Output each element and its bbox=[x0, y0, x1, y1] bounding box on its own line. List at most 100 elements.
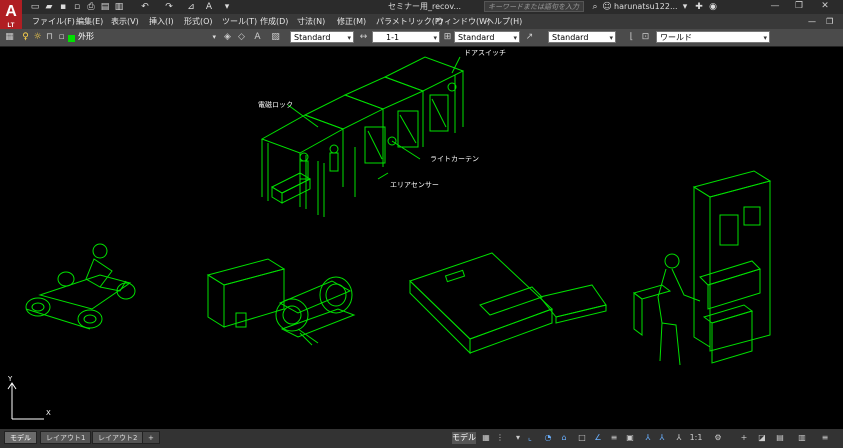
ucs-icon[interactable]: ⌊ bbox=[626, 32, 637, 43]
plot-icon[interactable]: ⎙ bbox=[86, 2, 96, 12]
drawing-svg bbox=[7, 56, 772, 420]
text-style-value: Standard bbox=[294, 33, 331, 42]
layer-properties-icon[interactable]: ▦ bbox=[4, 32, 15, 43]
multileader-style-icon[interactable]: ↗ bbox=[524, 32, 535, 43]
tab-layout2[interactable]: レイアウト2 bbox=[92, 431, 144, 444]
text-icon[interactable]: A bbox=[204, 2, 214, 12]
doc-restore-button[interactable]: ❐ bbox=[826, 16, 833, 27]
save-icon[interactable]: ▪ bbox=[58, 2, 68, 12]
layer-combo[interactable]: 外形 ▾ bbox=[66, 31, 218, 43]
leader-door-switch bbox=[451, 56, 461, 74]
status-bar: モデル レイアウト1 レイアウト2 + モデル ▦ ⋮ ▾ ⌞ ◔ ⌂ □ ∠ … bbox=[0, 429, 843, 448]
menu-insert[interactable]: 挿入(I) bbox=[149, 16, 174, 27]
ortho-icon[interactable]: ⌞ bbox=[524, 432, 536, 444]
a360-icon[interactable]: ◉ bbox=[708, 2, 718, 12]
app-logo[interactable]: A LT bbox=[0, 0, 22, 30]
table-style-combo[interactable]: Standard ▾ bbox=[548, 31, 616, 43]
isolate-icon[interactable]: ◪ bbox=[756, 432, 768, 444]
close-button[interactable]: ✕ bbox=[818, 1, 832, 12]
sun-icon[interactable]: ☼ bbox=[32, 32, 43, 43]
doc-minimize-button[interactable]: — bbox=[808, 16, 816, 27]
user-icon[interactable]: ☺ bbox=[602, 2, 612, 12]
menu-view[interactable]: 表示(V) bbox=[111, 16, 139, 27]
table-style-icon[interactable]: ⊞ bbox=[442, 32, 453, 43]
menu-file[interactable]: ファイル(F) bbox=[32, 16, 75, 27]
ucs-world-icon[interactable]: ⊡ bbox=[640, 32, 651, 43]
menu-help[interactable]: ヘルプ(H) bbox=[486, 16, 522, 27]
menu-tools[interactable]: ツール(T) bbox=[222, 16, 257, 27]
lineweight-icon[interactable]: ≡ bbox=[608, 432, 620, 444]
ucs-y-label: Y bbox=[8, 375, 13, 383]
text-style-combo[interactable]: Standard ▾ bbox=[290, 31, 354, 43]
gearbox-drawing bbox=[206, 258, 356, 346]
new-icon[interactable]: ▭ bbox=[30, 2, 40, 12]
make-current-icon[interactable]: ◈ bbox=[222, 32, 233, 43]
hardware-accel-icon[interactable]: ▤ bbox=[774, 432, 786, 444]
gear-icon[interactable]: ⚙ bbox=[712, 432, 724, 444]
publish-icon[interactable]: ▥ bbox=[114, 2, 124, 12]
exchange-icon[interactable]: ✚ bbox=[694, 2, 704, 12]
undo-icon[interactable]: ↶ bbox=[140, 2, 150, 12]
dim-scale-combo[interactable]: 1-1 ▾ bbox=[372, 31, 440, 43]
polar-icon[interactable]: ◔ bbox=[542, 432, 554, 444]
chevron-down-icon: ▾ bbox=[763, 34, 767, 42]
customize-icon[interactable]: ≡ bbox=[818, 432, 832, 444]
unlock-icon[interactable]: ⊓ bbox=[44, 32, 55, 43]
autoscale-icon[interactable]: ⅄ bbox=[656, 432, 668, 444]
ucs-combo[interactable]: ワールド ▾ bbox=[656, 31, 770, 43]
redo-icon[interactable]: ↷ bbox=[164, 2, 174, 12]
menu-dimension[interactable]: 寸法(N) bbox=[297, 16, 325, 27]
maximize-button[interactable]: ❐ bbox=[792, 1, 806, 12]
open-icon[interactable]: ▰ bbox=[44, 2, 54, 12]
dim-style-value: Standard bbox=[458, 33, 495, 42]
grid-icon[interactable]: ▦ bbox=[480, 432, 492, 444]
print-icon[interactable]: ▤ bbox=[100, 2, 110, 12]
menu-edit[interactable]: 編集(E) bbox=[76, 16, 103, 27]
annotation-visibility-icon[interactable]: ⅄ bbox=[642, 432, 654, 444]
model-space-button[interactable]: モデル bbox=[452, 432, 476, 444]
chevron-down-icon: ▾ bbox=[347, 34, 351, 42]
otrack-icon[interactable]: ∠ bbox=[592, 432, 604, 444]
search-input[interactable]: キーワードまたは語句を入力 bbox=[484, 1, 584, 12]
chevron-down-icon[interactable]: ▾ bbox=[680, 2, 690, 12]
tab-add[interactable]: + bbox=[142, 431, 160, 444]
minimize-button[interactable]: — bbox=[768, 1, 782, 12]
transparency-icon[interactable]: ▣ bbox=[624, 432, 636, 444]
user-name[interactable]: harunatsu122... bbox=[614, 2, 678, 12]
snap-icon[interactable]: ⋮ bbox=[494, 432, 506, 444]
dim-style-icon[interactable]: ↔ bbox=[358, 32, 369, 43]
matchprop-icon[interactable]: ⊿ bbox=[186, 2, 196, 12]
search-icon[interactable]: ⌕ bbox=[590, 2, 600, 12]
open-case-drawing bbox=[409, 252, 607, 355]
title-bar: ▭ ▰ ▪ ▫ ⎙ ▤ ▥ ↶ ↷ ⊿ A ▾ セミナー用_recov... キ… bbox=[0, 0, 843, 14]
tab-model[interactable]: モデル bbox=[4, 431, 37, 444]
dropdown-icon[interactable]: ▾ bbox=[222, 2, 232, 12]
saveas-icon[interactable]: ▫ bbox=[72, 2, 82, 12]
bulb-icon[interactable]: ♀ bbox=[20, 32, 31, 43]
menu-format[interactable]: 形式(O) bbox=[184, 16, 213, 27]
clean-screen-icon[interactable]: ▥ bbox=[796, 432, 808, 444]
label-mag-lock: 電磁ロック bbox=[258, 101, 293, 109]
tab-layout1[interactable]: レイアウト1 bbox=[40, 431, 92, 444]
gokart-drawing bbox=[25, 243, 136, 330]
osnap-icon[interactable]: □ bbox=[576, 432, 588, 444]
layer-match-icon[interactable]: ▧ bbox=[270, 32, 281, 43]
menu-parametric[interactable]: パラメトリック(P) bbox=[376, 16, 443, 27]
conveyor-cell-drawing bbox=[260, 56, 465, 217]
chevron-down-icon[interactable]: ▾ bbox=[512, 432, 524, 444]
annotation-scale[interactable]: 1:1 bbox=[688, 432, 704, 444]
annotation-icon[interactable]: ⅄ bbox=[672, 432, 686, 444]
text-style-icon[interactable]: A bbox=[252, 32, 263, 43]
properties-toolbar: ▦ ♀ ☼ ⊓ ▫ 外形 ▾ ◈ ◇ A ▧ Standard ▾ ↔ 1-1 ▾ ⊞… bbox=[0, 29, 843, 47]
plus-icon[interactable]: + bbox=[738, 432, 750, 444]
dim-style-combo[interactable]: Standard ▾ bbox=[454, 31, 520, 43]
menu-window[interactable]: ウィンドウ(W) bbox=[436, 16, 490, 27]
document-title: セミナー用_recov... bbox=[388, 2, 462, 11]
layer-previous-icon[interactable]: ◇ bbox=[236, 32, 247, 43]
label-light-curtain: ライトカーテン bbox=[430, 155, 479, 163]
menu-draw[interactable]: 作成(D) bbox=[260, 16, 288, 27]
leader-area-sensor bbox=[377, 172, 389, 180]
isodraft-icon[interactable]: ⌂ bbox=[558, 432, 570, 444]
menu-modify[interactable]: 修正(M) bbox=[337, 16, 366, 27]
drawing-canvas[interactable]: ドアスイッチ 電磁ロック ライトカーテン エリアセンサー Y X bbox=[0, 47, 843, 429]
